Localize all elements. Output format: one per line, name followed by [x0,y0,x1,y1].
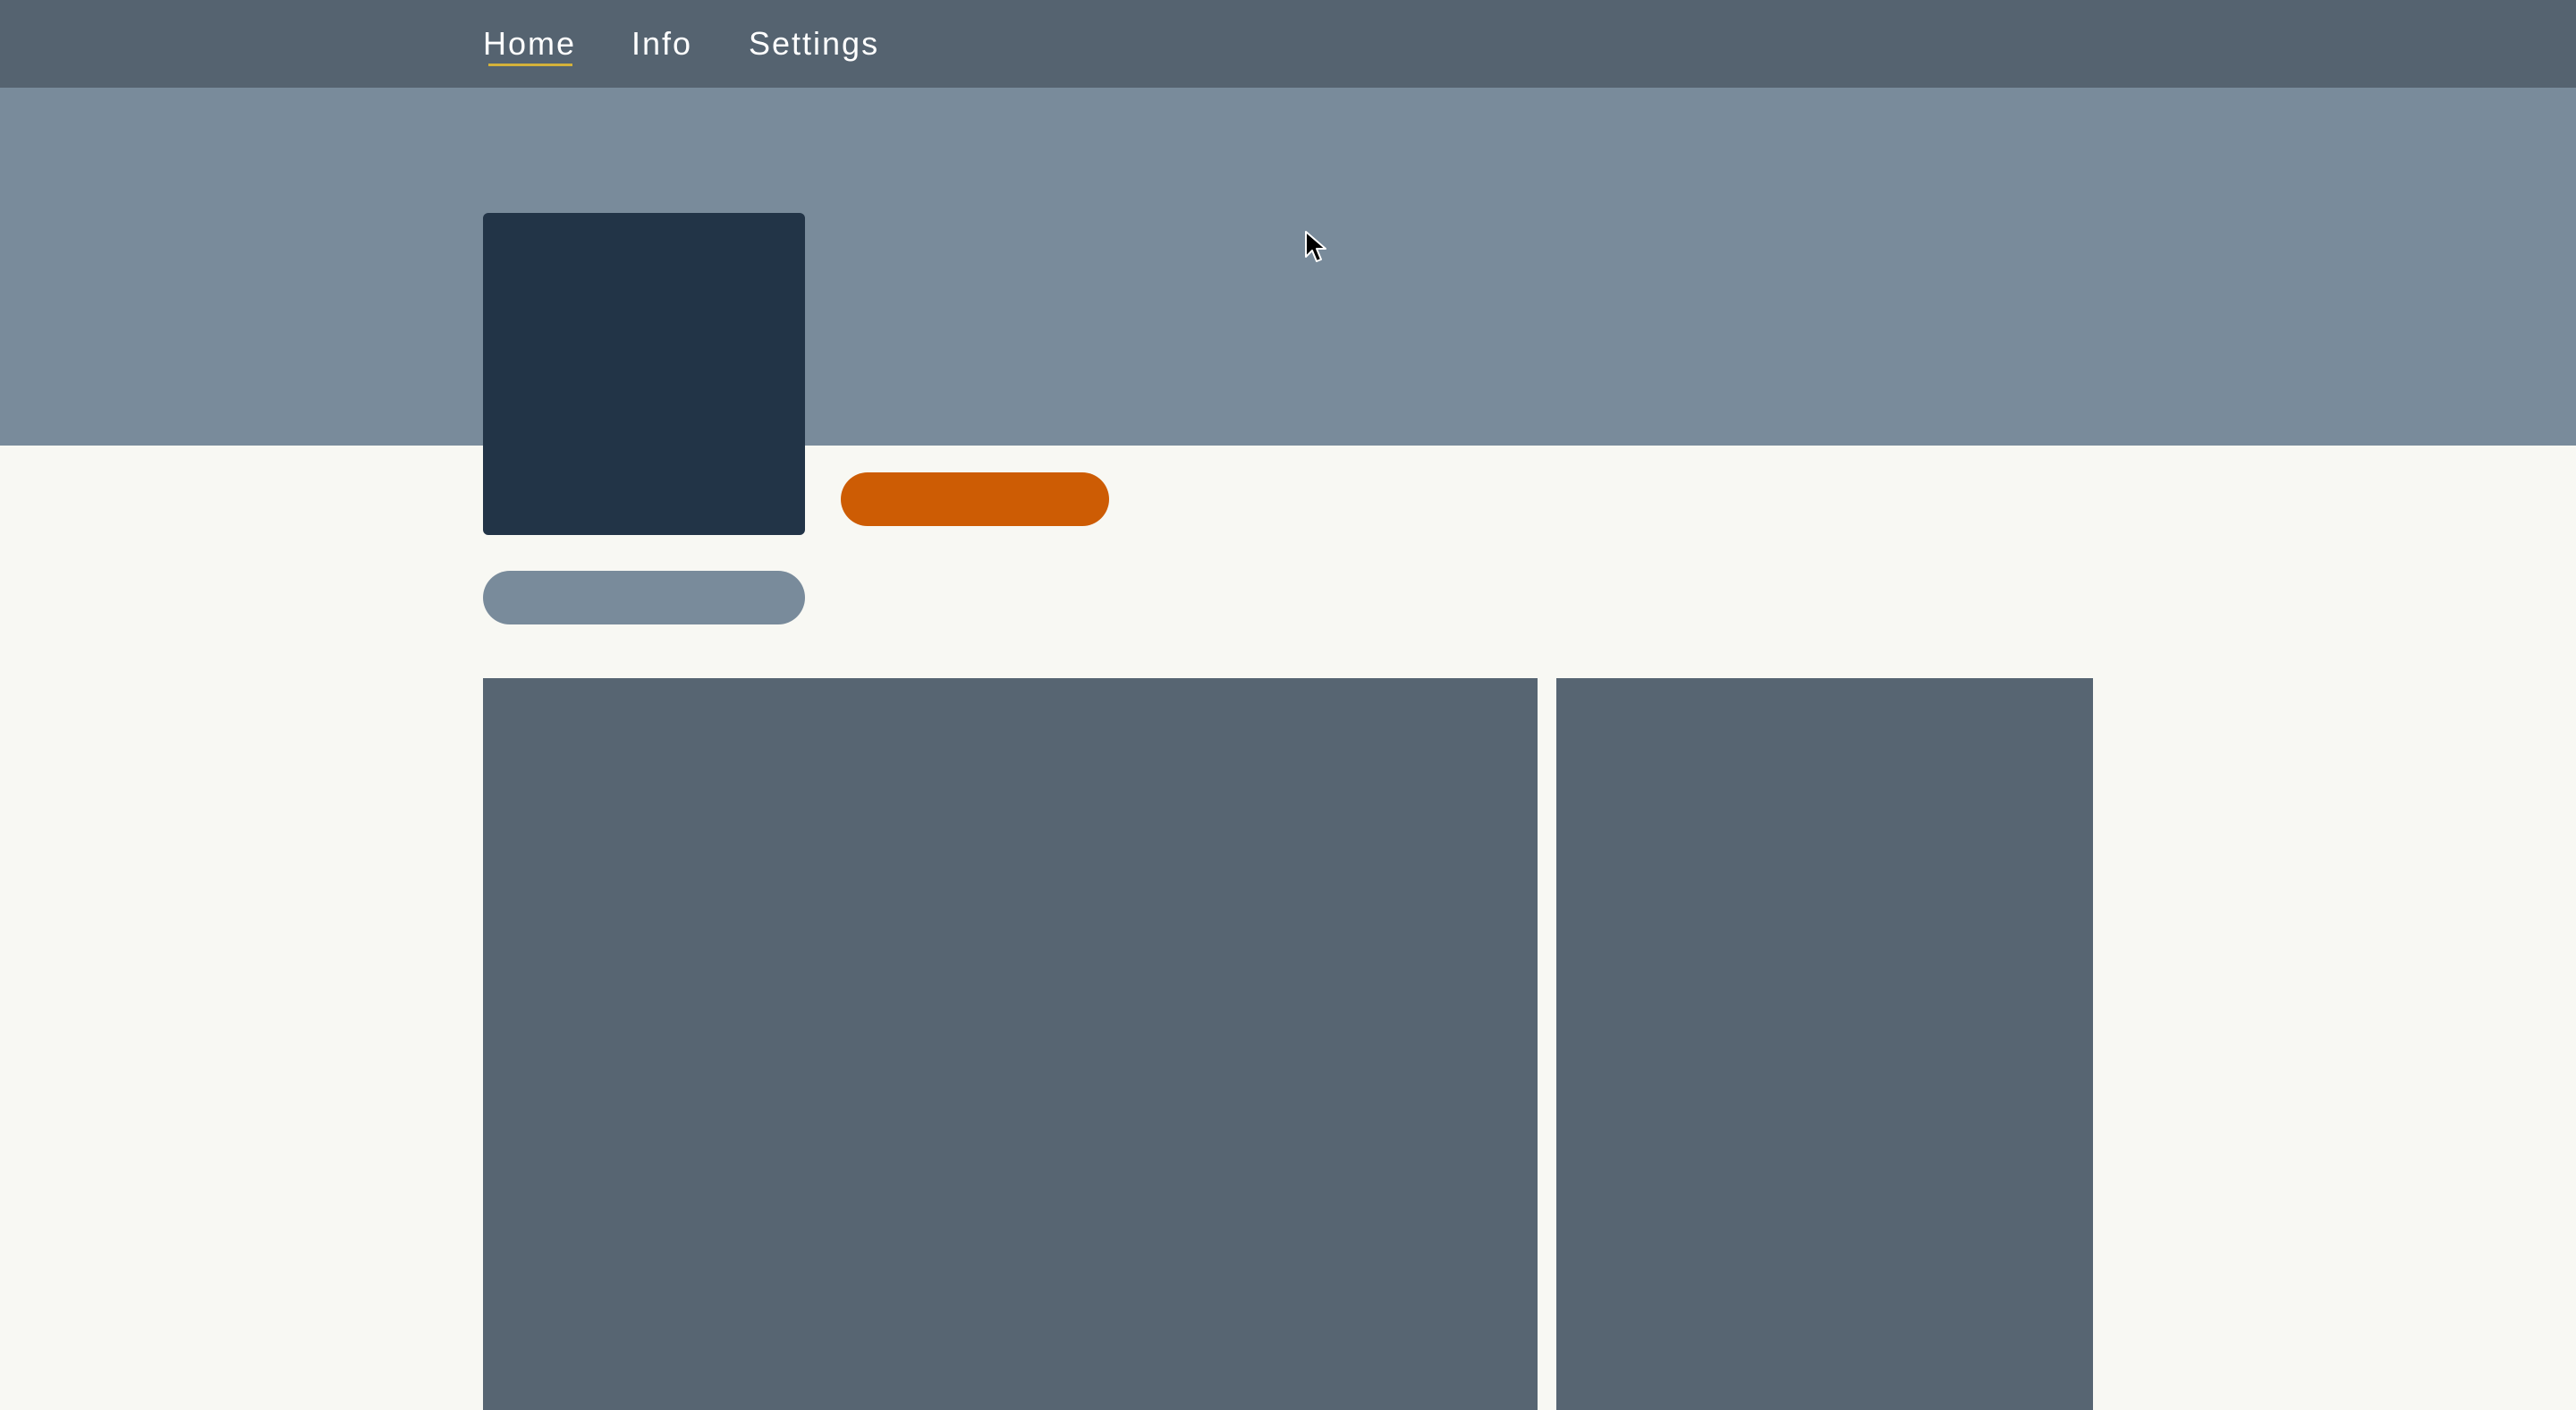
mouse-pointer-icon [1305,231,1326,262]
nav-item-settings[interactable]: Settings [749,23,879,64]
nav-item-home[interactable]: Home [483,23,576,64]
top-navbar: Home Info Settings [0,0,2576,88]
nav-item-info[interactable]: Info [631,23,692,64]
side-content-panel [1556,678,2093,1410]
nav-active-indicator [488,64,572,66]
profile-banner [0,88,2576,446]
main-content-panel [483,678,1538,1410]
secondary-action-button[interactable] [483,571,805,624]
avatar-placeholder [483,213,805,535]
primary-action-button[interactable] [841,472,1109,526]
